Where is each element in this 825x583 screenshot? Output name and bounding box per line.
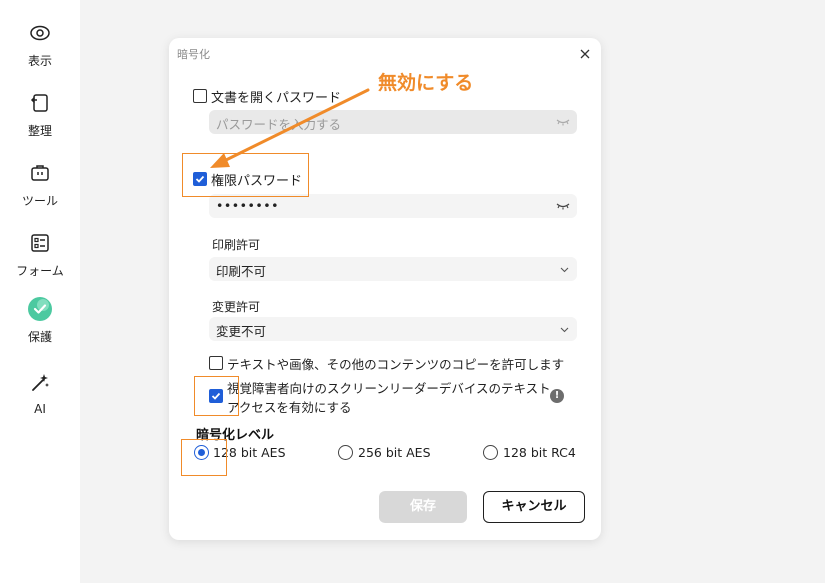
permission-password-input[interactable]: •••••••• [209,194,577,218]
close-icon[interactable] [577,46,593,62]
sidebar-item-form[interactable]: フォーム [0,232,80,279]
radio-256-aes[interactable] [338,445,353,460]
radio-256-aes-label: 256 bit AES [358,445,431,460]
chevron-down-icon [560,267,569,273]
change-permission-value: 変更不可 [216,324,267,339]
sidebar-item-label: 整理 [27,124,52,138]
annotation-text: 無効にする [378,72,474,94]
info-icon[interactable]: ! [550,389,564,403]
magic-wand-icon [29,372,51,394]
eye-closed-icon[interactable] [556,117,570,127]
annotation-arrow [210,88,370,168]
change-permission-select[interactable]: 変更不可 [209,317,577,341]
allow-copy-checkbox[interactable] [209,356,223,370]
checkmark-icon [211,392,221,400]
radio-128-rc4-label: 128 bit RC4 [503,445,576,460]
save-button[interactable]: 保存 [379,491,467,523]
print-permission-value: 印刷不可 [216,264,267,279]
organize-icon [29,92,51,114]
sidebar-item-label: AI [34,402,46,416]
sidebar-item-label: 保護 [27,330,52,344]
sidebar-item-label: フォーム [16,264,64,278]
encryption-level-title: 暗号化レベル [196,428,275,443]
radio-128-aes[interactable] [194,445,209,460]
radio-128-aes-label: 128 bit AES [213,445,286,460]
print-permission-label: 印刷許可 [212,238,261,252]
eye-icon [29,22,51,44]
print-permission-select[interactable]: 印刷不可 [209,257,577,281]
sidebar-item-label: 表示 [27,54,52,68]
allow-copy-label: テキストや画像、その他のコンテンツのコピーを許可します [227,357,565,372]
screen-reader-checkbox[interactable] [209,389,223,403]
screen-reader-label-line2: アクセスを有効にする [227,400,352,415]
eye-closed-icon[interactable] [556,201,570,211]
cancel-button[interactable]: キャンセル [483,491,585,523]
sidebar-item-label: ツール [21,194,58,208]
sidebar: 表示 整理 ツール フォーム 保護 AI [0,0,80,583]
toolbox-icon [29,162,51,184]
sidebar-item-view[interactable]: 表示 [0,22,80,69]
chevron-down-icon [560,327,569,333]
sidebar-item-organize[interactable]: 整理 [0,92,80,139]
change-permission-label: 変更許可 [212,300,261,314]
radio-128-rc4[interactable] [483,445,498,460]
sidebar-item-protect[interactable]: 保護 [0,296,80,345]
dialog-title: 暗号化 [177,48,210,61]
shield-icon [27,296,53,322]
screen-reader-label-line1: 視覚障害者向けのスクリーンリーダーデバイスのテキスト [227,381,551,396]
permission-password-value: •••••••• [216,198,279,213]
form-icon [29,232,51,254]
sidebar-item-tools[interactable]: ツール [0,162,80,209]
sidebar-item-ai[interactable]: AI [0,372,80,416]
